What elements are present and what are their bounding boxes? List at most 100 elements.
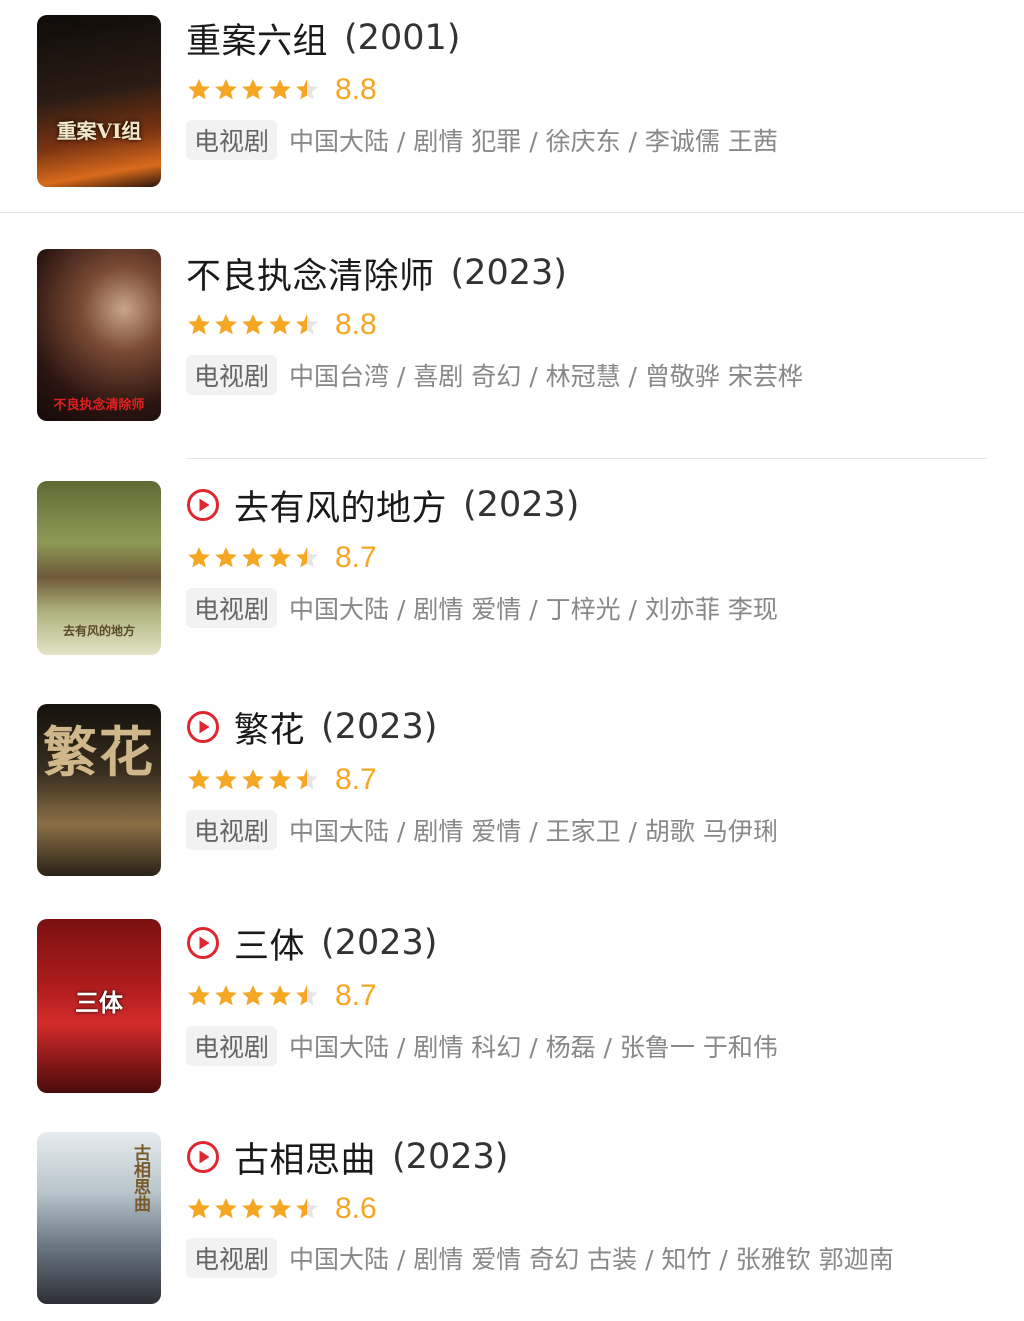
title-row: 重案六组 (2001): [186, 16, 461, 62]
star-icon: [269, 1197, 291, 1219]
star-icon: [242, 1197, 264, 1219]
rating-row: 8.7: [186, 763, 377, 797]
rating-score: 8.7: [335, 763, 377, 796]
star-icon: [188, 313, 210, 335]
list-item[interactable]: 去有风的地方 去有风的地方 (2023) 8.7 电视剧 中国大陆 / 剧情 爱…: [0, 468, 1024, 668]
star-icon: [188, 78, 210, 100]
type-badge: 电视剧: [186, 810, 278, 850]
rating-row: 8.8: [186, 308, 377, 342]
star-icon: [215, 78, 237, 100]
list-item[interactable]: 三体 三体 (2023) 8.7 电视剧 中国大陆 / 剧情 科幻 / 杨磊 /…: [0, 905, 1024, 1105]
play-icon[interactable]: [186, 926, 220, 960]
play-icon[interactable]: [186, 488, 220, 522]
title-row: 古相思曲 (2023): [186, 1135, 509, 1181]
star-rating: [186, 983, 321, 1009]
rating-score: 8.8: [335, 308, 377, 341]
item-meta: 中国大陆 / 剧情 犯罪 / 徐庆东 / 李诚儒 王茜: [289, 127, 778, 156]
meta-row: 电视剧 中国大陆 / 剧情 科幻 / 杨磊 / 张鲁一 于和伟: [186, 1026, 778, 1066]
title-row: 去有风的地方 (2023): [186, 483, 580, 529]
meta-row: 电视剧 中国大陆 / 剧情 犯罪 / 徐庆东 / 李诚儒 王茜: [186, 120, 778, 160]
star-icon: [296, 313, 318, 335]
list-item[interactable]: 古相思曲 古相思曲 (2023) 8.6 电视剧 中国大陆 / 剧情 爱情 奇幻…: [0, 1118, 1024, 1318]
item-year: (2023): [392, 1137, 509, 1177]
rating-score: 8.7: [335, 979, 377, 1012]
item-year: (2023): [463, 485, 580, 525]
item-meta: 中国大陆 / 剧情 科幻 / 杨磊 / 张鲁一 于和伟: [289, 1033, 778, 1062]
star-rating: [186, 312, 321, 338]
item-title[interactable]: 繁花: [234, 702, 305, 753]
star-icon: [269, 546, 291, 568]
star-icon: [188, 546, 210, 568]
poster-image[interactable]: 三体: [37, 919, 161, 1093]
star-icon: [296, 768, 318, 790]
rating-score: 8.8: [335, 73, 377, 106]
poster-image[interactable]: 去有风的地方: [37, 481, 161, 655]
rating-row: 8.6: [186, 1192, 377, 1226]
star-icon: [242, 78, 264, 100]
title-row: 不良执念清除师 (2023): [186, 251, 567, 297]
divider: [0, 212, 1024, 213]
rating-score: 8.6: [335, 1192, 377, 1225]
type-badge: 电视剧: [186, 588, 278, 628]
item-meta: 中国大陆 / 剧情 爱情 奇幻 古装 / 知竹 / 张雅钦 郭迦南: [289, 1245, 894, 1274]
type-badge: 电视剧: [186, 120, 278, 160]
meta-row: 电视剧 中国大陆 / 剧情 爱情 / 王家卫 / 胡歌 马伊琍: [186, 810, 778, 850]
star-icon: [296, 984, 318, 1006]
star-rating: [186, 767, 321, 793]
play-icon[interactable]: [186, 1140, 220, 1174]
star-icon: [242, 546, 264, 568]
star-icon: [215, 313, 237, 335]
poster-title-art: 繁花: [43, 720, 155, 784]
poster-image[interactable]: 古相思曲: [37, 1132, 161, 1304]
star-icon: [296, 78, 318, 100]
play-icon[interactable]: [186, 710, 220, 744]
list-item[interactable]: 不良执念清除师 不良执念清除师 (2023) 8.8 电视剧 中国台湾 / 喜剧…: [0, 235, 1024, 435]
star-rating: [186, 545, 321, 571]
star-rating: [186, 1196, 321, 1222]
item-title[interactable]: 三体: [234, 918, 305, 969]
list-item[interactable]: 繁花 繁花 (2023) 8.7 电视剧 中国大陆 / 剧情 爱情 / 王家卫 …: [0, 690, 1024, 890]
star-icon: [269, 313, 291, 335]
list-item[interactable]: 重案VI组 重案六组 (2001) 8.8 电视剧 中国大陆 / 剧情 犯罪 /…: [0, 0, 1024, 200]
star-icon: [215, 1197, 237, 1219]
star-rating: [186, 77, 321, 103]
poster-art: [37, 15, 161, 187]
title-row: 繁花 (2023): [186, 705, 438, 751]
item-title[interactable]: 去有风的地方: [234, 480, 447, 531]
divider: [186, 458, 987, 459]
star-icon: [215, 768, 237, 790]
star-icon: [242, 768, 264, 790]
poster-title-art: 三体: [75, 988, 123, 1017]
rating-row: 8.7: [186, 541, 377, 575]
star-icon: [215, 546, 237, 568]
item-meta: 中国台湾 / 喜剧 奇幻 / 林冠慧 / 曾敬骅 宋芸桦: [289, 362, 803, 391]
star-icon: [188, 984, 210, 1006]
item-title[interactable]: 古相思曲: [234, 1132, 376, 1183]
star-icon: [242, 313, 264, 335]
poster-title-art: 重案VI组: [56, 119, 142, 143]
meta-row: 电视剧 中国大陆 / 剧情 爱情 / 丁梓光 / 刘亦菲 李现: [186, 588, 778, 628]
title-row: 三体 (2023): [186, 921, 438, 967]
poster-title-art: 去有风的地方: [62, 624, 135, 638]
item-year: (2001): [344, 18, 461, 58]
star-icon: [296, 546, 318, 568]
item-title[interactable]: 重案六组: [186, 13, 328, 64]
star-icon: [215, 984, 237, 1006]
star-icon: [269, 768, 291, 790]
rating-score: 8.7: [335, 541, 377, 574]
star-icon: [269, 984, 291, 1006]
poster-image[interactable]: 重案VI组: [37, 15, 161, 187]
item-year: (2023): [321, 707, 438, 747]
star-icon: [188, 1197, 210, 1219]
poster-title-art: 古相思曲: [130, 1144, 150, 1212]
rating-row: 8.7: [186, 979, 377, 1013]
poster-image[interactable]: 不良执念清除师: [37, 249, 161, 421]
star-icon: [296, 1197, 318, 1219]
type-badge: 电视剧: [186, 1238, 278, 1278]
item-title[interactable]: 不良执念清除师: [186, 248, 435, 299]
poster-image[interactable]: 繁花: [37, 704, 161, 876]
item-year: (2023): [321, 923, 438, 963]
item-meta: 中国大陆 / 剧情 爱情 / 王家卫 / 胡歌 马伊琍: [289, 817, 778, 846]
item-year: (2023): [450, 253, 567, 293]
poster-title-art: 不良执念清除师: [53, 398, 145, 413]
